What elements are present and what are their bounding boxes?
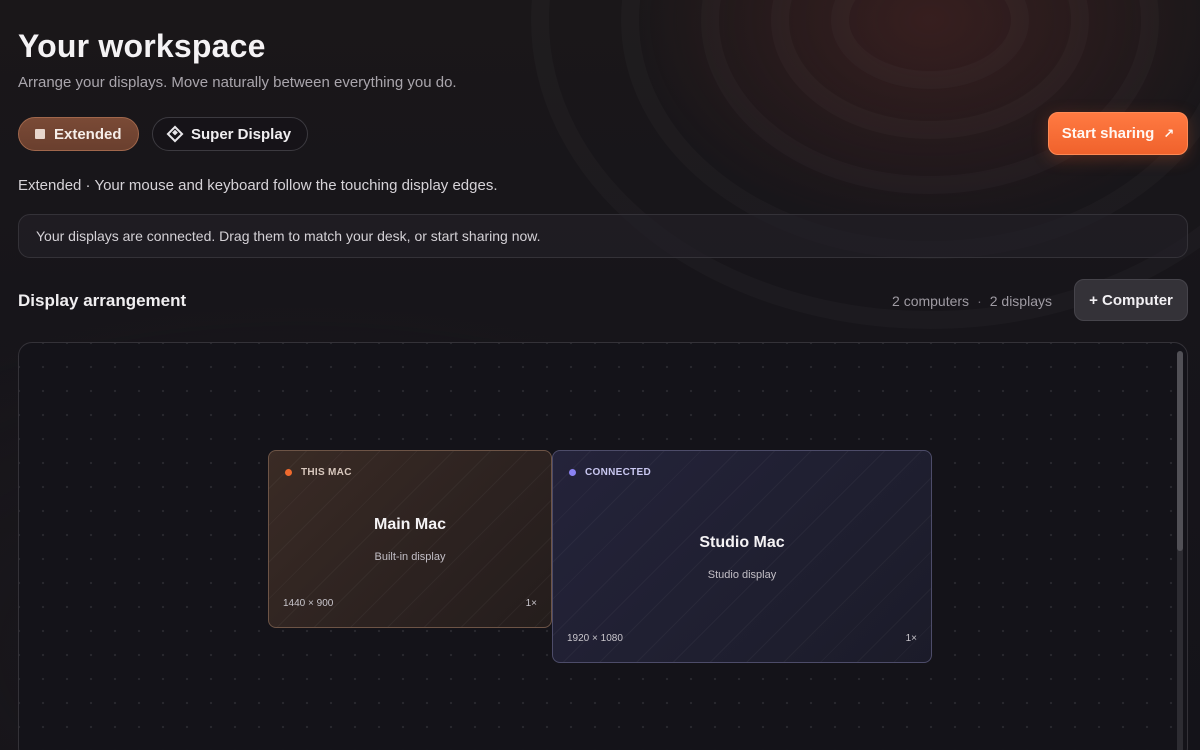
display-resolution: 1920 × 1080 (567, 633, 623, 644)
start-sharing-label: Start sharing (1061, 125, 1155, 142)
displays-count: 2 displays (989, 293, 1052, 309)
display-scale: 1× (905, 633, 917, 644)
display-name: Studio Mac (699, 534, 785, 551)
computers-count: 2 computers (892, 293, 970, 309)
status-dot-icon (285, 469, 292, 476)
mode-extended-label: Extended (54, 125, 122, 143)
display-pattern (553, 451, 931, 662)
start-sharing-button[interactable]: Start sharing ↗ (1048, 112, 1188, 155)
page-subtitle: Arrange your displays. Move naturally be… (18, 74, 457, 91)
square-icon (35, 129, 45, 139)
display-kind: Built-in display (374, 551, 446, 563)
display-status: THIS MAC (285, 467, 352, 478)
add-computer-button[interactable]: + Computer (1074, 279, 1188, 321)
display-status-label: CONNECTED (585, 467, 652, 478)
display-main-mac[interactable]: THIS MAC Main Mac Built-in display 1440 … (268, 450, 552, 628)
status-banner-text: Your displays are connected. Drag them t… (36, 228, 541, 244)
display-studio-mac[interactable]: CONNECTED Studio Mac Studio display 1920… (552, 450, 932, 663)
canvas-scrollbar[interactable] (1177, 351, 1183, 750)
mode-description: Extended · Your mouse and keyboard follo… (18, 177, 498, 194)
arrangement-canvas[interactable]: THIS MAC Main Mac Built-in display 1440 … (18, 342, 1188, 750)
mode-selector: Extended Super Display Start sharing ↗ (18, 112, 1188, 155)
mode-super-display-label: Super Display (191, 125, 292, 143)
display-status-label: THIS MAC (301, 467, 352, 478)
display-scale: 1× (525, 598, 537, 609)
page-header: Your workspace Arrange your displays. Mo… (18, 28, 1188, 91)
diamond-icon (166, 125, 184, 143)
device-counts: 2 computers · 2 displays (892, 293, 1052, 309)
status-dot-icon (569, 469, 576, 476)
scrollbar-thumb[interactable] (1177, 351, 1183, 551)
arrow-up-right-icon: ↗ (1163, 125, 1175, 141)
display-resolution: 1440 × 900 (283, 598, 334, 609)
status-banner: Your displays are connected. Drag them t… (18, 214, 1188, 258)
count-separator: · (977, 293, 982, 309)
page-title: Your workspace (18, 28, 266, 64)
mode-super-display-button[interactable]: Super Display (152, 117, 309, 151)
display-status: CONNECTED (569, 467, 651, 478)
display-name: Main Mac (373, 516, 446, 533)
display-kind: Studio display (707, 569, 777, 581)
section-title: Display arrangement (18, 291, 187, 310)
mode-extended-button[interactable]: Extended (18, 117, 139, 151)
arrangement-header: Display arrangement 2 computers · 2 disp… (18, 279, 1188, 321)
